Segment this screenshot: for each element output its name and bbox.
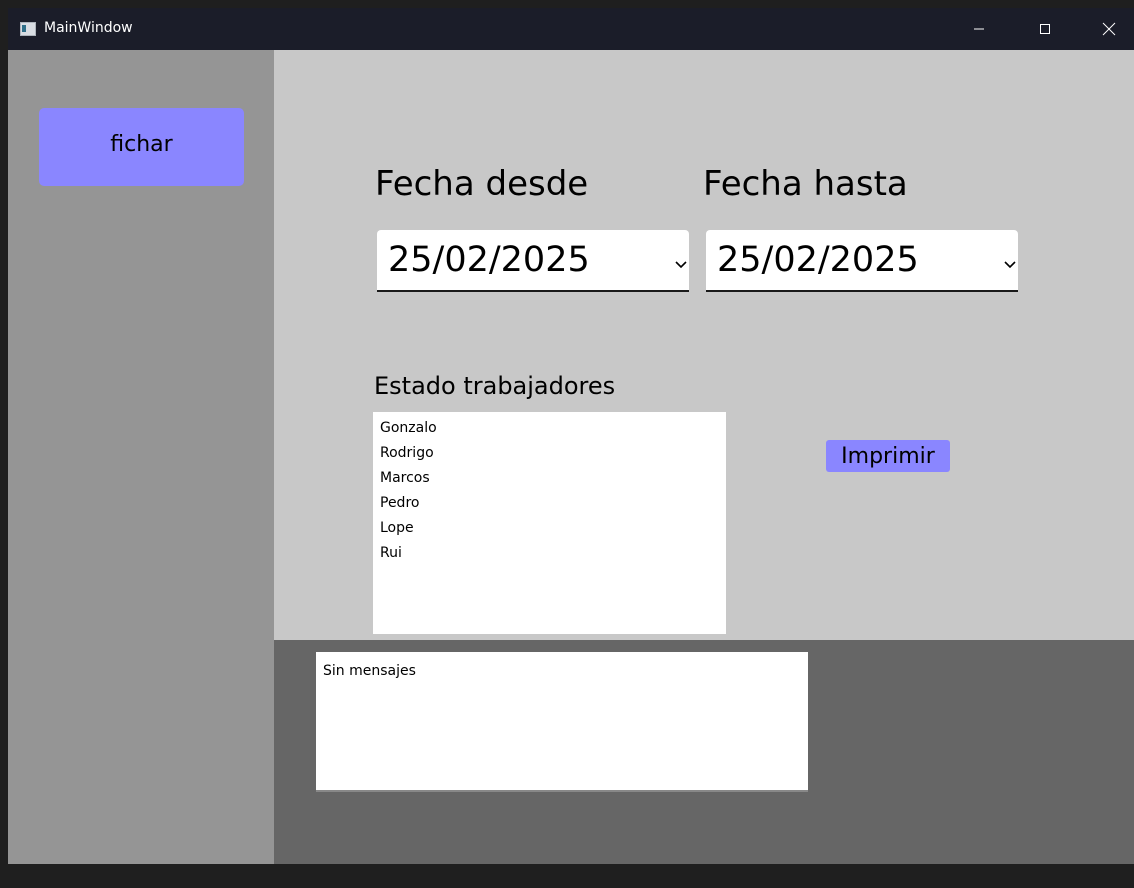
messages-text: Sin mensajes <box>323 663 416 679</box>
date-from-value: 25/02/2025 <box>388 240 590 280</box>
messages-panel: Sin mensajes <box>274 640 1134 864</box>
sidebar: fichar <box>8 50 274 864</box>
window-title: MainWindow <box>44 20 133 36</box>
date-from-picker[interactable]: 25/02/2025 <box>377 230 689 292</box>
close-icon <box>1102 22 1116 36</box>
chevron-down-icon[interactable] <box>673 256 689 272</box>
date-to-value: 25/02/2025 <box>717 240 919 280</box>
list-item[interactable]: Marcos <box>380 470 430 486</box>
maximize-button[interactable] <box>1022 8 1068 50</box>
maximize-icon <box>1040 24 1050 34</box>
workers-status-label: Estado trabajadores <box>374 372 616 400</box>
print-button[interactable]: Imprimir <box>826 440 950 472</box>
list-item[interactable]: Gonzalo <box>380 420 437 436</box>
main-window: MainWindow fichar Fecha desde Fecha hast… <box>8 8 1134 864</box>
minimize-button[interactable] <box>956 8 1002 50</box>
close-button[interactable] <box>1086 8 1132 50</box>
title-bar[interactable]: MainWindow <box>8 8 1134 50</box>
date-from-label: Fecha desde <box>375 164 589 204</box>
messages-textbox[interactable]: Sin mensajes <box>316 652 808 792</box>
main-panel: Fecha desde Fecha hasta 25/02/2025 25/02… <box>274 50 1134 640</box>
app-window-icon <box>20 22 36 36</box>
screen-bottom-strip <box>0 864 1134 888</box>
minimize-icon <box>974 28 984 30</box>
list-item[interactable]: Rui <box>380 545 402 561</box>
chevron-down-icon[interactable] <box>1002 256 1018 272</box>
list-item[interactable]: Lope <box>380 520 414 536</box>
list-item[interactable]: Pedro <box>380 495 419 511</box>
list-item[interactable]: Rodrigo <box>380 445 434 461</box>
date-to-picker[interactable]: 25/02/2025 <box>706 230 1018 292</box>
fichar-button[interactable]: fichar <box>39 108 244 186</box>
date-to-label: Fecha hasta <box>703 164 908 204</box>
workers-list[interactable]: Gonzalo Rodrigo Marcos Pedro Lope Rui <box>373 412 726 634</box>
